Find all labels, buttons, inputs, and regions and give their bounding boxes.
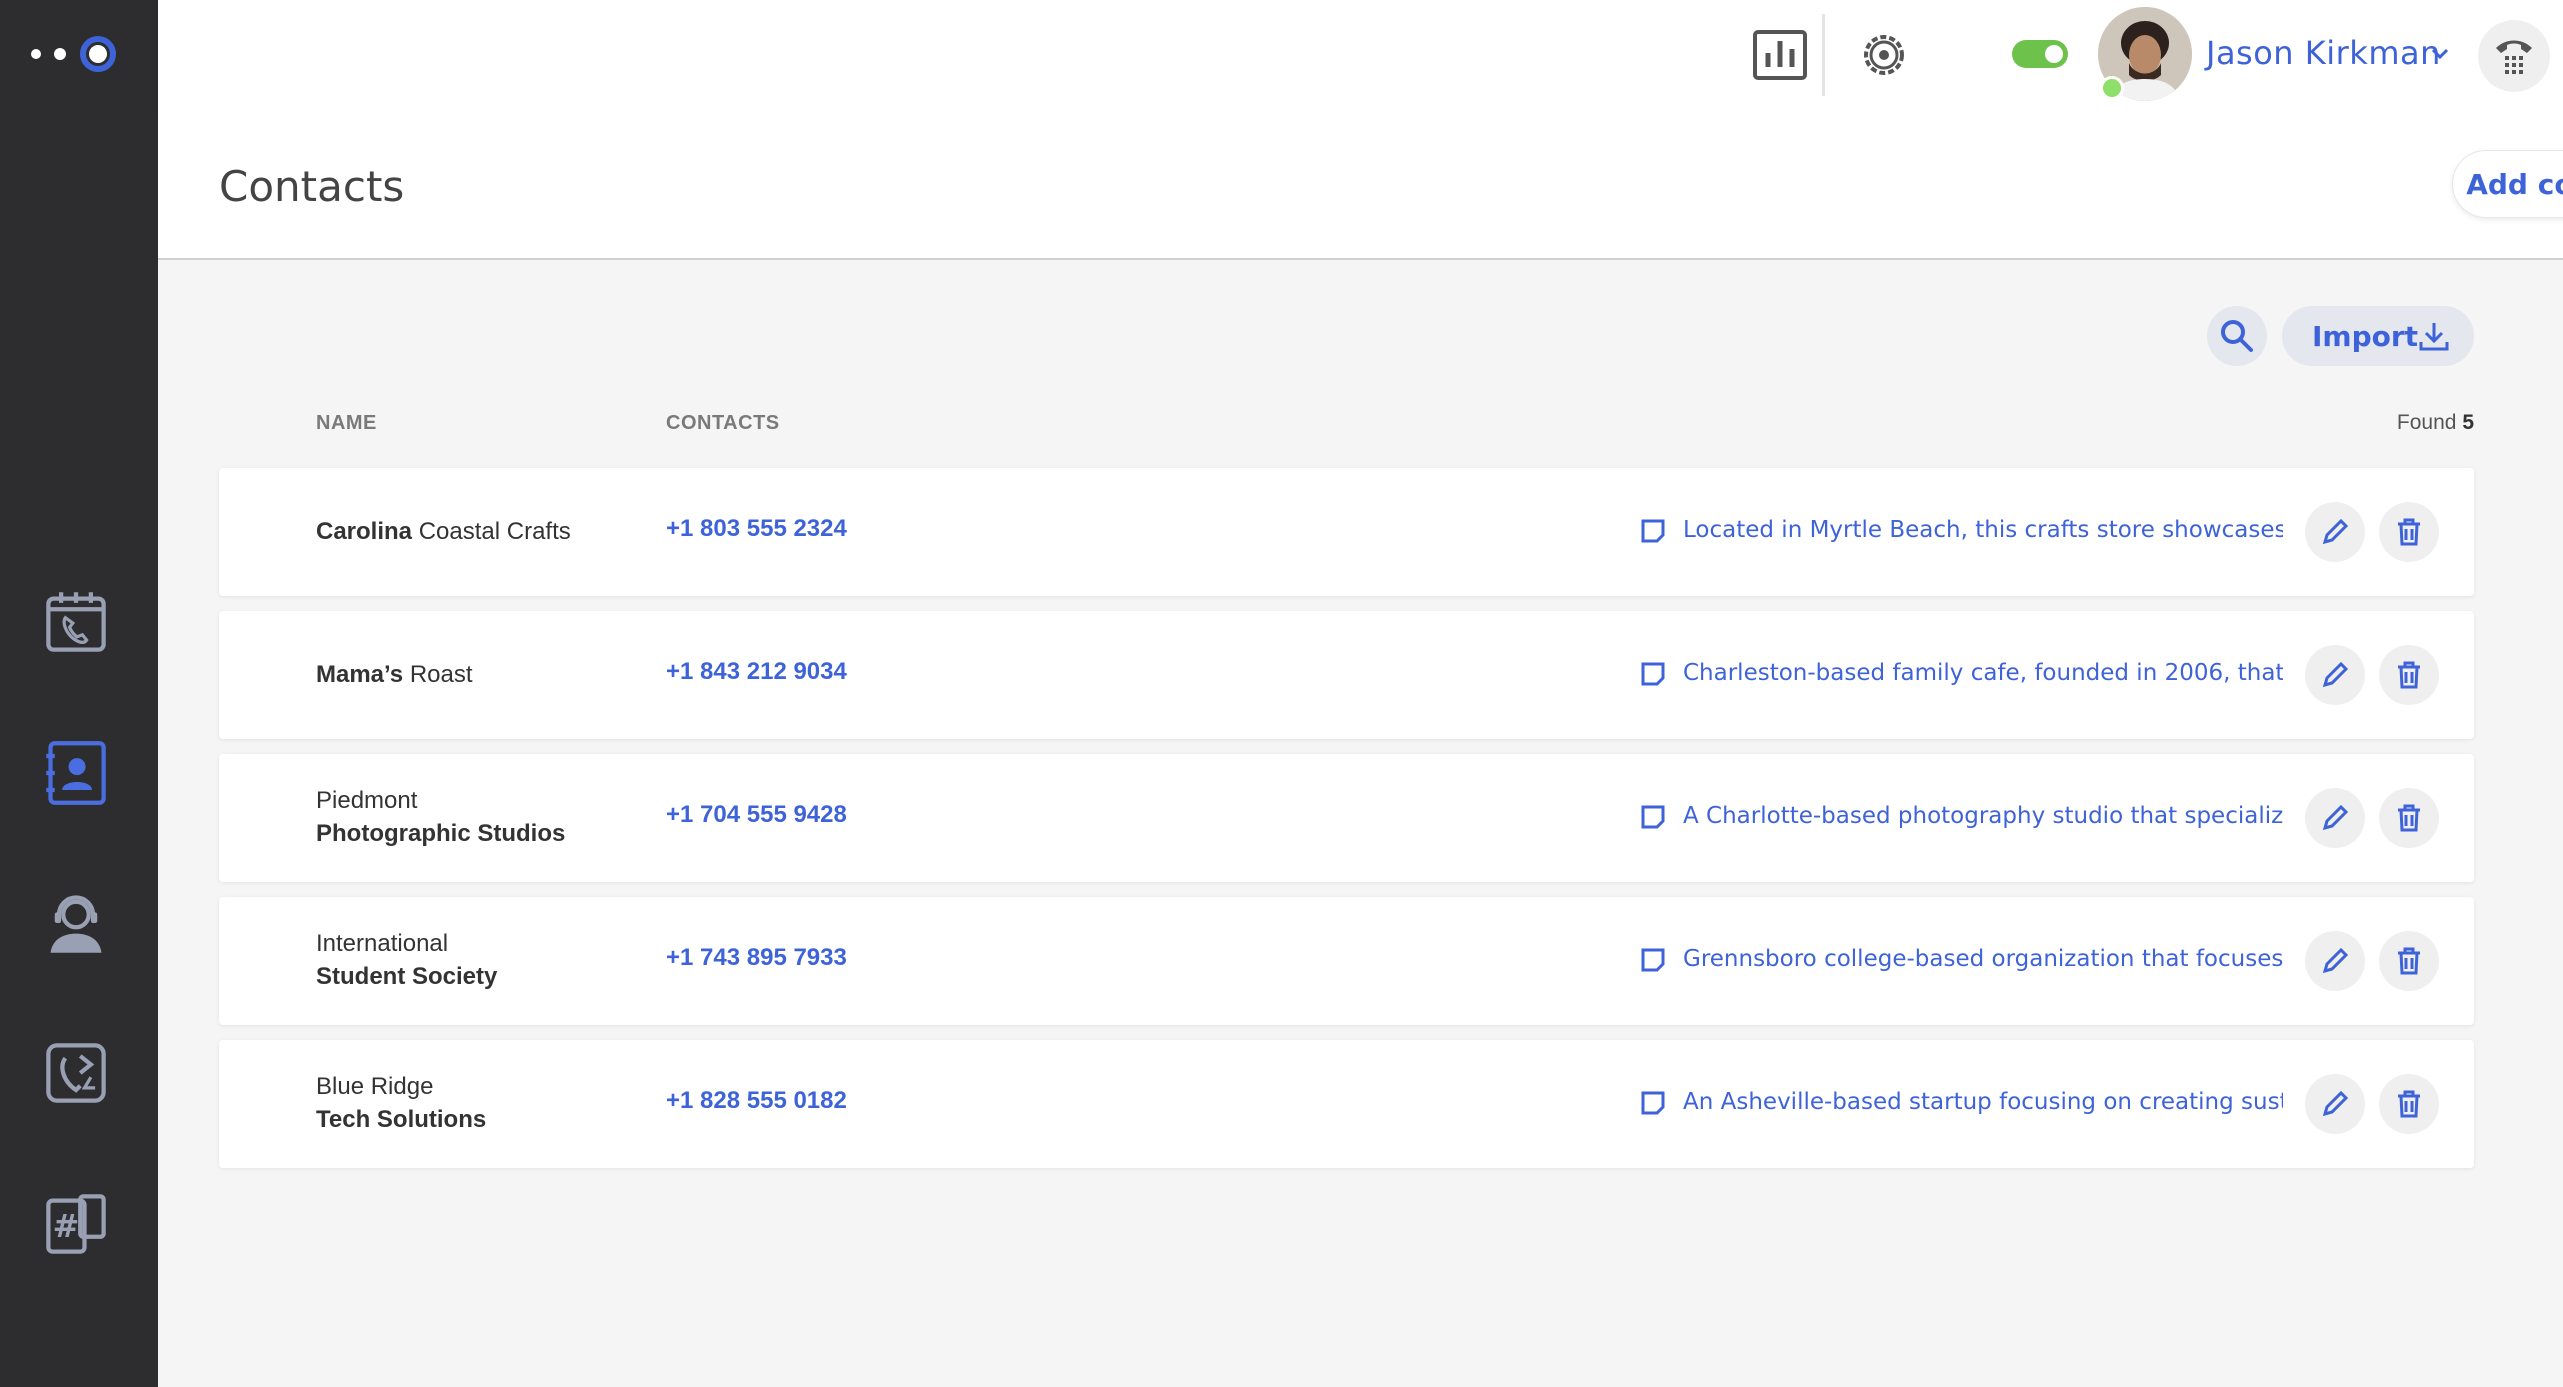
delete-button[interactable] — [2379, 931, 2439, 991]
page-header: Contacts Add contact — [158, 110, 2563, 260]
column-header-name[interactable]: NAME — [316, 412, 377, 435]
contact-name: Blue Ridge Tech Solutions — [316, 1070, 486, 1136]
reports-button[interactable] — [1750, 25, 1810, 85]
contact-note[interactable]: A Charlotte-based photography studio tha… — [1683, 803, 2283, 829]
sidebar: # — [0, 0, 158, 1387]
contact-name-bold: Carolina — [316, 518, 413, 545]
search-icon — [2221, 320, 2253, 352]
search-button[interactable] — [2207, 306, 2267, 366]
trash-icon — [2398, 661, 2420, 689]
top-bar — [158, 0, 2563, 110]
delete-button[interactable] — [2379, 1074, 2439, 1134]
add-contact-button[interactable]: Add contact — [2452, 150, 2563, 218]
pencil-icon — [2322, 804, 2349, 831]
contact-name: Mama’s Roast — [316, 658, 473, 691]
trash-icon — [2398, 518, 2420, 546]
contact-name: International Student Society — [316, 927, 497, 993]
column-header-contacts[interactable]: CONTACTS — [666, 412, 780, 435]
svg-text:#: # — [53, 1207, 80, 1245]
nav-calls-calendar[interactable] — [36, 582, 116, 662]
edit-button[interactable] — [2305, 502, 2365, 562]
found-label: Found — [2396, 411, 2457, 434]
address-book-icon — [46, 741, 106, 805]
note-icon — [1641, 948, 1665, 972]
user-menu-name[interactable]: Jason Kirkman — [2206, 34, 2441, 72]
logo[interactable] — [30, 34, 120, 74]
contact-name-bold: Mama’s — [316, 661, 404, 688]
note-icon — [1641, 519, 1665, 543]
contact-name-second-line: Tech Solutions — [316, 1106, 487, 1133]
calendar-phone-icon — [46, 592, 106, 652]
contact-phone[interactable]: +1 704 555 9428 — [666, 801, 847, 829]
contact-name: Piedmont Photographic Studios — [316, 784, 565, 850]
page-title: Contacts — [219, 162, 405, 211]
contact-phone[interactable]: +1 803 555 2324 — [666, 515, 847, 543]
contact-phone[interactable]: +1 743 895 7933 — [666, 944, 847, 972]
edit-button[interactable] — [2305, 931, 2365, 991]
found-count: Found 5 — [2397, 411, 2474, 435]
table-row[interactable]: Piedmont Photographic Studios +1 704 555… — [219, 754, 2474, 882]
contact-name-first-line: Piedmont — [316, 787, 418, 814]
nav-call-routing[interactable] — [36, 1033, 116, 1113]
nav-numbers[interactable]: # — [36, 1184, 116, 1264]
edit-button[interactable] — [2305, 788, 2365, 848]
dialpad-icon — [2496, 40, 2532, 74]
contact-note[interactable]: Located in Myrtle Beach, this crafts sto… — [1683, 517, 2283, 543]
gear-icon — [1864, 35, 1904, 75]
pencil-icon — [2322, 518, 2349, 545]
contact-note[interactable]: Grennsboro college-based organization th… — [1683, 946, 2283, 972]
note-icon — [1641, 662, 1665, 686]
note-icon — [1641, 1091, 1665, 1115]
contact-phone[interactable]: +1 843 212 9034 — [666, 658, 847, 686]
contact-name-second-line: Photographic Studios — [316, 820, 566, 847]
pencil-icon — [2322, 947, 2349, 974]
contact-name-rest: Roast — [409, 661, 473, 688]
contact-name-first-line: International — [316, 930, 449, 957]
trash-icon — [2398, 1090, 2420, 1118]
delete-button[interactable] — [2379, 788, 2439, 848]
download-icon — [2419, 323, 2449, 351]
contact-phone[interactable]: +1 828 555 0182 — [666, 1087, 847, 1115]
chevron-down-icon[interactable] — [2428, 44, 2452, 64]
import-button[interactable]: Import — [2282, 306, 2474, 366]
headset-agent-icon — [50, 895, 102, 953]
pencil-icon — [2322, 1090, 2349, 1117]
call-routing-icon — [46, 1043, 106, 1103]
trash-icon — [2398, 947, 2420, 975]
online-status-dot — [2100, 76, 2124, 100]
contact-name-second-line: Student Society — [316, 963, 498, 990]
trash-icon — [2398, 804, 2420, 832]
availability-toggle[interactable] — [2012, 40, 2068, 68]
table-row[interactable]: Carolina Coastal Crafts +1 803 555 2324 … — [219, 468, 2474, 596]
pencil-icon — [2322, 661, 2349, 688]
contact-name-rest: Coastal Crafts — [418, 518, 571, 545]
table-row[interactable]: Mama’s Roast +1 843 212 9034 Charleston-… — [219, 611, 2474, 739]
contact-note[interactable]: Charleston-based family cafe, founded in… — [1683, 660, 2283, 686]
contact-name: Carolina Coastal Crafts — [316, 515, 571, 548]
note-icon — [1641, 805, 1665, 829]
found-number: 5 — [2462, 411, 2474, 434]
bar-chart-icon — [1753, 30, 1807, 80]
delete-button[interactable] — [2379, 645, 2439, 705]
edit-button[interactable] — [2305, 645, 2365, 705]
contact-name-first-line: Blue Ridge — [316, 1073, 434, 1100]
edit-button[interactable] — [2305, 1074, 2365, 1134]
table-row[interactable]: International Student Society +1 743 895… — [219, 897, 2474, 1025]
nav-agents[interactable] — [36, 883, 116, 963]
table-row[interactable]: Blue Ridge Tech Solutions +1 828 555 018… — [219, 1040, 2474, 1168]
import-label: Import — [2312, 319, 2419, 353]
settings-button[interactable] — [1854, 25, 1914, 85]
dialpad-button[interactable] — [2478, 20, 2550, 92]
delete-button[interactable] — [2379, 502, 2439, 562]
hash-devices-icon: # — [46, 1194, 106, 1254]
header-divider — [1822, 14, 1825, 96]
contact-note[interactable]: An Asheville-based startup focusing on c… — [1683, 1089, 2283, 1115]
nav-contacts[interactable] — [36, 733, 116, 813]
